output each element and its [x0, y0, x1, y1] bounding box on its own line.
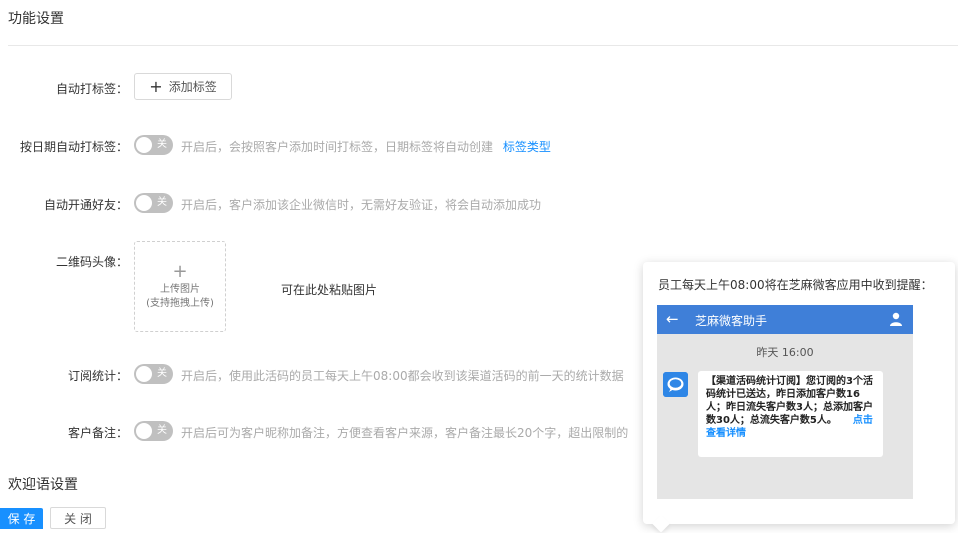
close-button[interactable]: 关 闭: [50, 507, 106, 529]
tag-type-link[interactable]: 标签类型: [503, 140, 551, 154]
upload-text: 上传图片: [160, 283, 200, 295]
toggle-state-text: 关: [157, 368, 167, 379]
section-title-welcome-settings: 欢迎语设置: [8, 477, 78, 493]
subscription-preview-popover: 员工每天上午08:00将在芝麻微客应用中收到提醒： ← 芝麻微客助手 昨天 16…: [643, 262, 955, 533]
section-title-feature-settings: 功能设置: [8, 11, 64, 27]
toggle-knob: [136, 137, 152, 153]
auto-tag-label: 自动打标签：: [55, 82, 128, 96]
auto-friend-label: 自动开通好友：: [43, 198, 128, 212]
toggle-state-text: 关: [157, 139, 167, 150]
message-bubble: 【渠道活码统计订阅】您订阅的3个活码统计已送达，昨日添加客户数16人；昨日流失客…: [698, 371, 883, 457]
paste-hint: 可在此处粘贴图片: [281, 283, 378, 297]
qr-avatar-label: 二维码头像：: [55, 255, 128, 269]
popover-arrow: [652, 515, 670, 533]
app-name: 芝麻微客助手: [695, 314, 768, 328]
bot-avatar-icon: [663, 372, 688, 397]
user-icon: [890, 312, 902, 326]
image-uploader[interactable]: + 上传图片 (支持拖拽上传): [134, 241, 226, 332]
date-tag-hint: 开启后，会按照客户添加时间打标签，日期标签将自动创建 标签类型: [181, 138, 551, 155]
message-time: 昨天 16:00: [756, 346, 814, 359]
subscription-hint: 开启后，使用此活码的员工每天上午08:00都会收到该渠道活码的前一天的统计数据: [181, 369, 624, 383]
customer-note-hint: 开启后可为客户昵称加备注，方便查看客户来源，客户备注最长20个字，超出限制的: [181, 426, 629, 440]
popover-title: 员工每天上午08:00将在芝麻微客应用中收到提醒：: [658, 278, 933, 292]
auto-friend-toggle[interactable]: 关: [134, 193, 173, 213]
plus-icon: +: [172, 260, 188, 282]
back-arrow-icon: ←: [666, 310, 679, 328]
customer-note-label: 客户备注：: [67, 426, 128, 440]
auto-friend-hint: 开启后，客户添加该企业微信时，无需好友验证，将会自动添加成功: [181, 198, 542, 212]
date-tag-label: 按日期自动打标签：: [19, 140, 128, 154]
date-tag-hint-text: 开启后，会按照客户添加时间打标签，日期标签将自动创建: [181, 140, 494, 154]
upload-subtext: (支持拖拽上传): [146, 297, 214, 309]
toggle-knob: [136, 366, 152, 382]
app-header-bar: ← 芝麻微客助手: [657, 305, 913, 334]
toggle-state-text: 关: [157, 197, 167, 208]
toggle-state-text: 关: [157, 425, 167, 436]
plus-icon: +: [149, 76, 163, 96]
date-tag-toggle[interactable]: 关: [134, 135, 173, 155]
add-tag-button[interactable]: + 添加标签: [134, 73, 232, 100]
save-button[interactable]: 保 存: [0, 508, 43, 529]
message-text: 【渠道活码统计订阅】您订阅的3个活码统计已送达，昨日添加客户数16人；昨日流失客…: [706, 376, 873, 426]
divider: [8, 45, 958, 46]
subscription-toggle[interactable]: 关: [134, 364, 173, 384]
add-tag-button-label: 添加标签: [168, 80, 217, 94]
toggle-knob: [136, 195, 152, 211]
subscription-label: 订阅统计：: [67, 369, 128, 383]
customer-note-toggle[interactable]: 关: [134, 421, 173, 441]
phone-preview: ← 芝麻微客助手 昨天 16:00 【渠道活码统计订阅】您订阅的3个活码统计已送…: [657, 305, 913, 499]
toggle-knob: [136, 423, 152, 439]
